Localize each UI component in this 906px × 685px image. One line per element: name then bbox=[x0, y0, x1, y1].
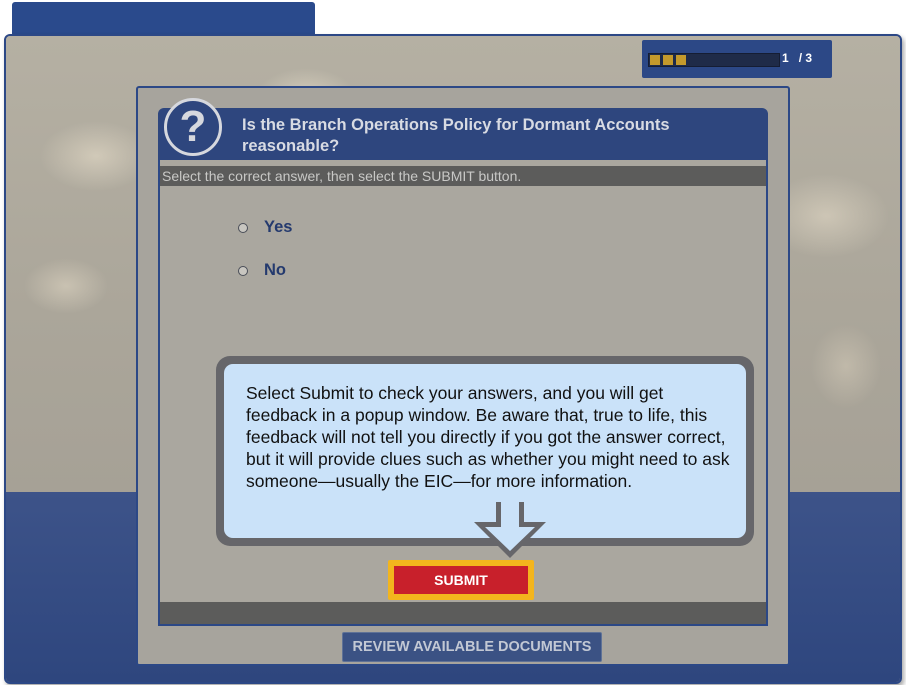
question-title: Is the Branch Operations Policy for Dorm… bbox=[242, 116, 670, 155]
submit-button[interactable]: SUBMIT bbox=[394, 566, 528, 594]
instruction-text: Select the correct answer, then select t… bbox=[160, 166, 766, 186]
question-header: ? Is the Branch Operations Policy for Do… bbox=[158, 98, 768, 160]
progress-segment bbox=[676, 55, 686, 65]
option-yes[interactable]: Yes bbox=[238, 218, 292, 237]
down-arrow-icon bbox=[474, 502, 546, 558]
top-tab bbox=[12, 2, 315, 38]
progress-current: 1 bbox=[782, 51, 789, 65]
option-label[interactable]: Yes bbox=[264, 218, 292, 237]
progress-bar bbox=[648, 53, 780, 67]
progress-total: / 3 bbox=[798, 51, 813, 65]
option-label[interactable]: No bbox=[264, 261, 286, 280]
radio-no[interactable] bbox=[238, 265, 248, 276]
progress-text: 1 / 3 bbox=[782, 51, 812, 65]
submit-highlight: SUBMIT bbox=[388, 560, 534, 600]
radio-yes[interactable] bbox=[238, 222, 248, 233]
progress-segment bbox=[663, 55, 673, 65]
option-no[interactable]: No bbox=[238, 261, 286, 280]
review-documents-button[interactable]: REVIEW AVAILABLE DOCUMENTS bbox=[342, 632, 602, 662]
progress-indicator: 1 / 3 bbox=[642, 40, 832, 78]
question-mark-icon: ? bbox=[164, 98, 222, 156]
question-footer-bar bbox=[158, 602, 768, 626]
progress-segment bbox=[650, 55, 660, 65]
